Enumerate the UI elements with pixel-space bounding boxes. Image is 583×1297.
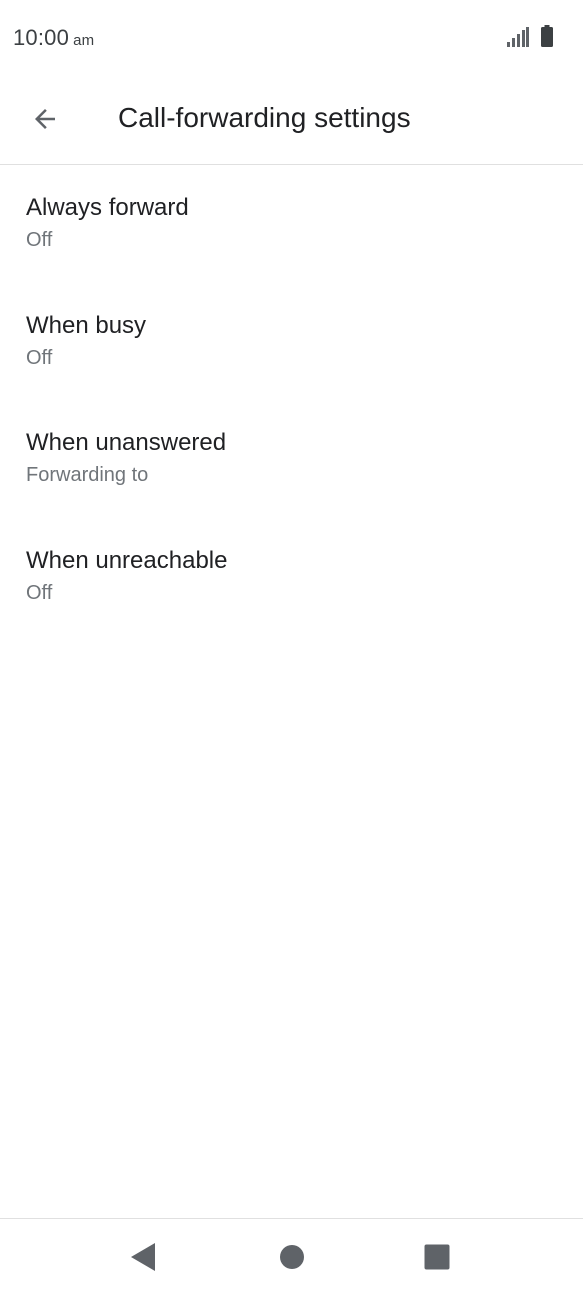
status-bar: 10:00 am: [0, 0, 583, 78]
nav-back-button[interactable]: [120, 1235, 168, 1283]
nav-home-icon: [279, 1244, 305, 1275]
battery-icon: [541, 25, 553, 52]
setting-title: When busy: [26, 311, 147, 339]
signal-icon: [507, 27, 529, 52]
nav-back-icon: [131, 1242, 157, 1276]
setting-always-forward[interactable]: Always forward Off: [0, 165, 583, 283]
setting-summary: Off: [26, 581, 53, 604]
status-time-ampm: am: [73, 32, 95, 49]
navigation-bar: [0, 1218, 583, 1297]
setting-title: When unanswered: [26, 429, 227, 456]
status-icons: [507, 25, 553, 52]
setting-when-busy[interactable]: When busy Off: [0, 283, 583, 401]
app-bar: Call-forwarding settings: [0, 78, 583, 165]
setting-when-unanswered[interactable]: When unanswered Forwarding to: [0, 400, 583, 518]
setting-summary: Forwarding to: [26, 464, 149, 486]
nav-recents-button[interactable]: [413, 1235, 461, 1283]
status-time: 10:00 am: [13, 25, 94, 51]
arrow-back-icon: [30, 104, 60, 139]
setting-summary: Off: [26, 229, 53, 251]
status-time-value: 10:00: [13, 25, 70, 50]
page-title: Call-forwarding settings: [118, 102, 411, 133]
setting-title: When unreachable: [26, 546, 228, 574]
back-button[interactable]: [18, 94, 72, 148]
nav-recents-icon: [424, 1244, 450, 1275]
setting-summary: Off: [26, 346, 53, 369]
setting-title: Always forward: [26, 194, 189, 221]
setting-when-unreachable[interactable]: When unreachable Off: [0, 518, 583, 636]
nav-home-button[interactable]: [268, 1235, 316, 1283]
settings-list: Always forward Off When busy Off When un…: [0, 165, 583, 635]
